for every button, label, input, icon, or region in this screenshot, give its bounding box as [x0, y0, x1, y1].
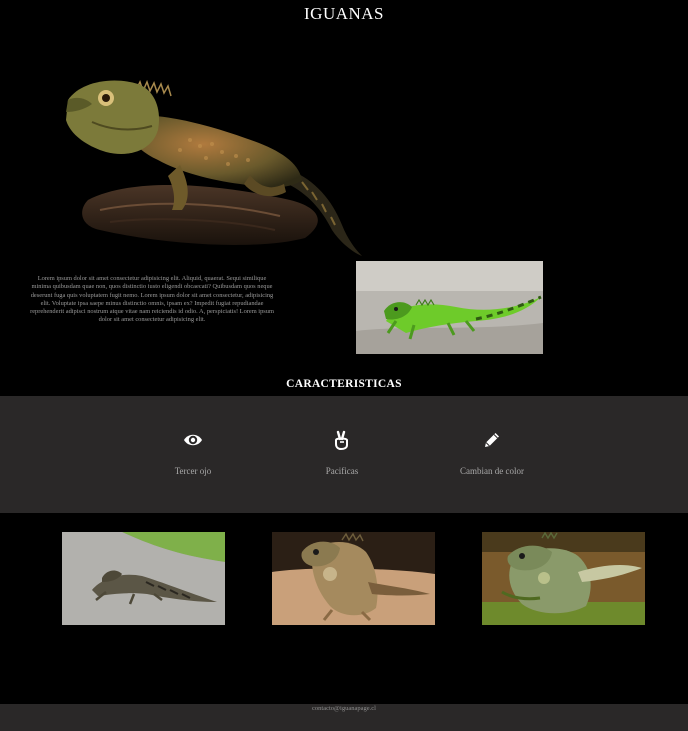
feature-label: Cambian de color — [460, 466, 524, 476]
page-title: IGUANAS — [304, 4, 384, 23]
gallery-photo-1 — [62, 532, 225, 625]
feature-pacificas: Pacificas — [282, 430, 402, 476]
peace-hand-icon — [332, 430, 352, 451]
eye-icon — [183, 430, 203, 450]
gallery-photo-2 — [272, 532, 435, 625]
features-heading: CARACTERISTICAS — [286, 378, 402, 390]
footer: contacto@iguanapage.cl — [0, 704, 688, 731]
features-section: Tercer ojo Pacificas Cambian de color — [0, 396, 688, 513]
feature-tercer-ojo: Tercer ojo — [133, 430, 253, 476]
intro-paragraph: Lorem ipsum dolor sit amet consectetur a… — [30, 275, 274, 323]
feature-cambian-de-color: Cambian de color — [432, 430, 552, 476]
pencil-icon — [482, 430, 502, 450]
page: IGUANAS Lorem ipsum dolor sit amet conse… — [0, 0, 688, 731]
gallery-photo-3 — [482, 532, 645, 625]
feature-label: Pacificas — [325, 466, 359, 476]
feature-label: Tercer ojo — [174, 466, 212, 476]
contact-email[interactable]: contacto@iguanapage.cl — [0, 705, 688, 712]
hero-lizard-image — [40, 60, 370, 260]
green-iguana-photo — [356, 261, 543, 354]
